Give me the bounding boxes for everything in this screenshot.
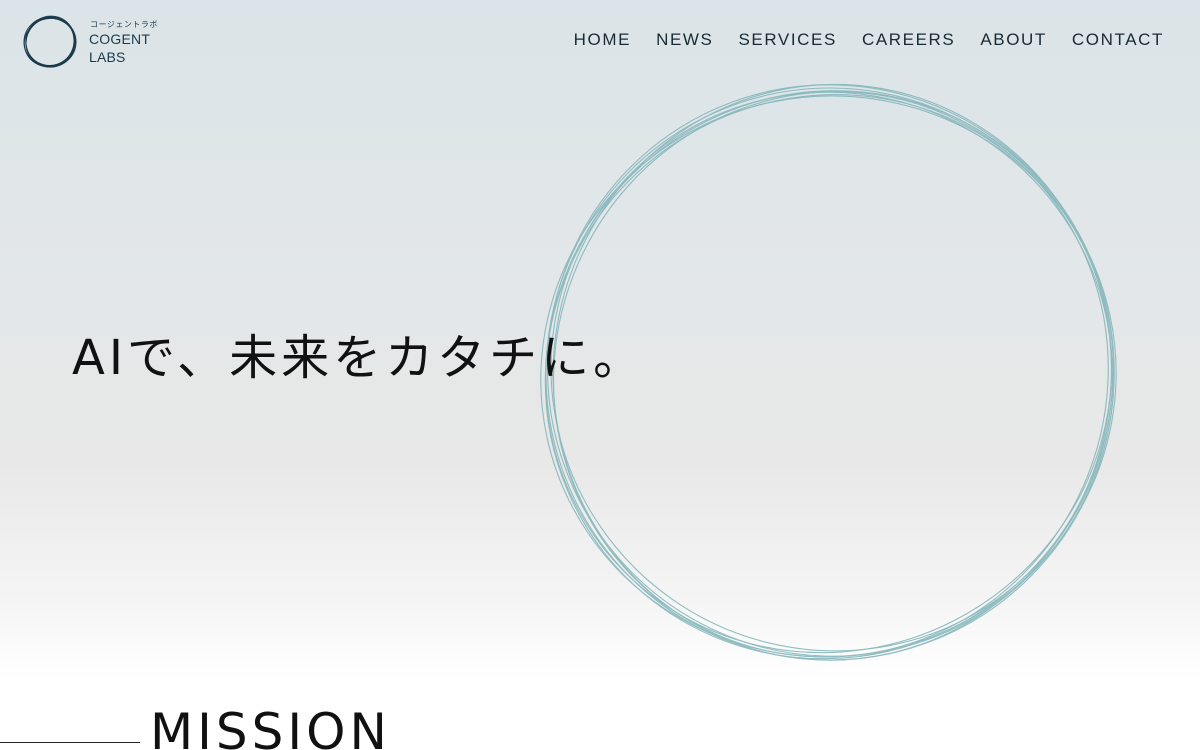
nav-item-home[interactable]: HOME — [574, 28, 631, 52]
nav-item-news[interactable]: NEWS — [656, 28, 713, 52]
mission-divider — [0, 742, 140, 743]
logo-link[interactable]: コージェントラボ COGENT LABS — [22, 14, 162, 70]
scribbled-circle-logo-icon — [23, 15, 77, 68]
logo-wordmark-line1: COGENT — [89, 31, 151, 47]
logo-wordmark-line2: LABS — [89, 49, 126, 65]
mission-heading: MISSION — [150, 703, 391, 750]
nav-item-services[interactable]: SERVICES — [738, 28, 836, 52]
logo-kana-text: コージェントラボ — [90, 20, 158, 29]
hero-headline: AIで、未来をカタチに。 — [72, 330, 646, 386]
nav-item-careers[interactable]: CAREERS — [862, 28, 955, 52]
site-header: コージェントラボ COGENT LABS HOME NEWS SERVICES … — [0, 0, 1200, 82]
main-navigation: HOME NEWS SERVICES CAREERS ABOUT CONTACT — [549, 28, 1164, 52]
nav-item-contact[interactable]: CONTACT — [1072, 28, 1164, 52]
nav-item-about[interactable]: ABOUT — [980, 28, 1047, 52]
